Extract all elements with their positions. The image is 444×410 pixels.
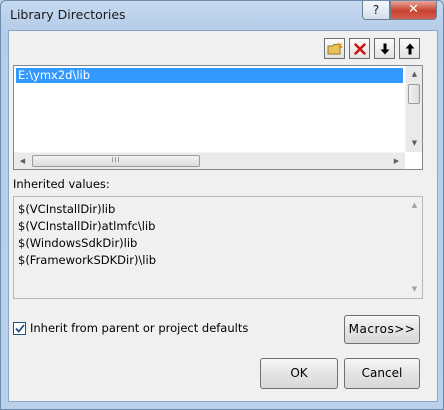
list-item: $(VCInstallDir)lib bbox=[18, 202, 116, 216]
library-directories-dialog: Library Directories ? ✕ E:\ymx2d\lib ▲ ▼… bbox=[0, 0, 444, 410]
scroll-left-arrow-icon[interactable]: ◀ bbox=[14, 153, 31, 170]
ok-button[interactable]: OK bbox=[260, 358, 338, 389]
inherit-checkbox-row[interactable]: Inherit from parent or project defaults bbox=[13, 321, 248, 335]
list-item: $(WindowsSdkDir)lib bbox=[18, 236, 138, 250]
inherit-checkbox[interactable] bbox=[13, 321, 26, 335]
vertical-scrollbar[interactable]: ▲ ▼ bbox=[405, 66, 422, 152]
scroll-up-arrow-icon[interactable]: ▲ bbox=[406, 197, 423, 214]
macros-button[interactable]: Macros>> bbox=[344, 315, 420, 344]
inherited-values-list[interactable]: $(VCInstallDir)lib $(VCInstallDir)atlmfc… bbox=[13, 196, 423, 299]
list-item: $(VCInstallDir)atlmfc\lib bbox=[18, 219, 156, 233]
list-item[interactable]: E:\ymx2d\lib bbox=[16, 68, 403, 83]
scroll-up-arrow-icon[interactable]: ▲ bbox=[406, 66, 423, 83]
delete-button[interactable] bbox=[349, 38, 370, 59]
cancel-button[interactable]: Cancel bbox=[344, 358, 420, 389]
dialog-title: Library Directories bbox=[10, 7, 126, 22]
new-line-button[interactable] bbox=[324, 38, 345, 59]
delete-x-icon bbox=[353, 42, 366, 55]
arrow-down-icon bbox=[380, 43, 389, 54]
list-item: $(FrameworkSDKDir)\lib bbox=[18, 253, 156, 267]
move-up-button[interactable] bbox=[399, 38, 420, 59]
arrow-up-icon bbox=[405, 43, 414, 54]
help-button[interactable]: ? bbox=[362, 1, 390, 20]
close-button[interactable]: ✕ bbox=[390, 1, 437, 20]
move-down-button[interactable] bbox=[374, 38, 395, 59]
horizontal-scroll-thumb[interactable]: III bbox=[32, 155, 200, 167]
horizontal-scrollbar[interactable]: ◀ III ▶ bbox=[14, 152, 405, 169]
scroll-down-arrow-icon[interactable]: ▼ bbox=[406, 281, 423, 298]
vertical-scroll-thumb[interactable] bbox=[408, 84, 420, 104]
inherited-vertical-scrollbar[interactable]: ▲ ▼ bbox=[405, 197, 422, 298]
title-bar[interactable]: Library Directories ? ✕ bbox=[1, 1, 443, 29]
scroll-right-arrow-icon[interactable]: ▶ bbox=[388, 153, 405, 170]
inherited-values-label: Inherited values: bbox=[13, 177, 110, 191]
checkmark-icon bbox=[14, 323, 25, 333]
folder-new-icon bbox=[327, 42, 343, 54]
dialog-client-area: E:\ymx2d\lib ▲ ▼ ◀ III ▶ Inherited value… bbox=[8, 30, 438, 402]
directory-list[interactable]: E:\ymx2d\lib ▲ ▼ ◀ III ▶ bbox=[13, 65, 423, 170]
scroll-down-arrow-icon[interactable]: ▼ bbox=[406, 135, 423, 152]
inherit-checkbox-label[interactable]: Inherit from parent or project defaults bbox=[30, 321, 248, 335]
